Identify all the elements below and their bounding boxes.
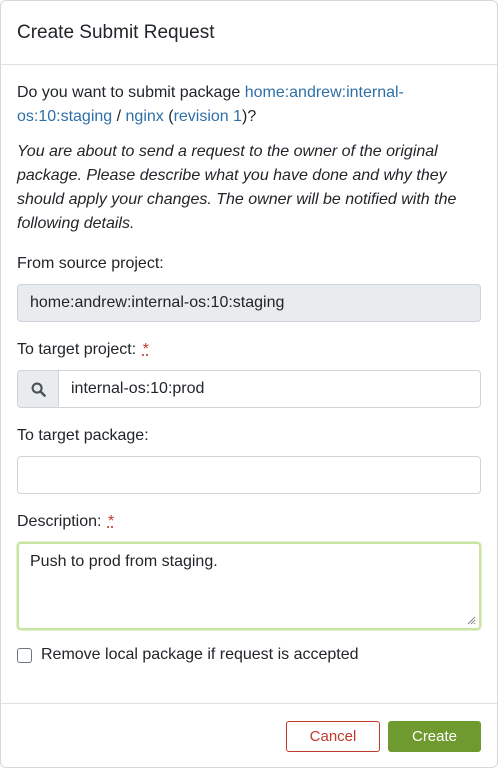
source-project-label: From source project: <box>17 255 164 272</box>
description-textarea[interactable]: Push to prod from staging. <box>17 542 481 630</box>
source-project-field: home:andrew:internal-os:10:staging <box>17 284 481 322</box>
target-project-value: internal-os:10:prod <box>71 380 205 397</box>
source-project-value: home:andrew:internal-os:10:staging <box>30 294 285 311</box>
target-project-input-group: internal-os:10:prod <box>17 370 481 408</box>
target-project-label: To target project: * <box>17 338 481 362</box>
cancel-button[interactable]: Cancel <box>286 721 380 752</box>
dialog-header: Create Submit Request <box>1 1 497 65</box>
target-package-label: To target package: <box>17 427 149 444</box>
search-icon <box>17 370 59 408</box>
info-text: You are about to send a request to the o… <box>17 143 457 232</box>
create-submit-request-dialog: Create Submit Request Do you want to sub… <box>0 0 498 768</box>
target-project-label-text: To target project: <box>17 341 137 358</box>
remove-local-package-checkbox[interactable] <box>17 647 32 663</box>
target-project-input[interactable]: internal-os:10:prod <box>59 370 481 408</box>
description-value: Push to prod from staging. <box>30 553 218 570</box>
question-suffix: )? <box>242 108 257 125</box>
dialog-footer: Cancel Create <box>1 703 497 769</box>
target-package-input[interactable] <box>17 456 481 494</box>
required-marker: * <box>107 513 115 530</box>
description-label: Description: * <box>17 510 481 534</box>
resize-grip-icon[interactable] <box>466 615 476 625</box>
revision-link[interactable]: revision 1 <box>174 108 242 125</box>
create-button[interactable]: Create <box>388 721 481 752</box>
remove-local-package-row: Remove local package if request is accep… <box>17 646 481 664</box>
remove-local-package-label[interactable]: Remove local package if request is accep… <box>41 646 359 664</box>
submit-question: Do you want to submit package home:andre… <box>17 81 481 129</box>
question-separator: / <box>112 108 126 125</box>
package-link[interactable]: nginx <box>126 108 164 125</box>
question-prefix: Do you want to submit package <box>17 84 245 101</box>
dialog-title: Create Submit Request <box>17 21 215 43</box>
required-marker: * <box>142 341 149 358</box>
description-label-text: Description: <box>17 513 102 530</box>
dialog-body: Do you want to submit package home:andre… <box>1 65 497 664</box>
question-paren-open: ( <box>163 108 174 125</box>
